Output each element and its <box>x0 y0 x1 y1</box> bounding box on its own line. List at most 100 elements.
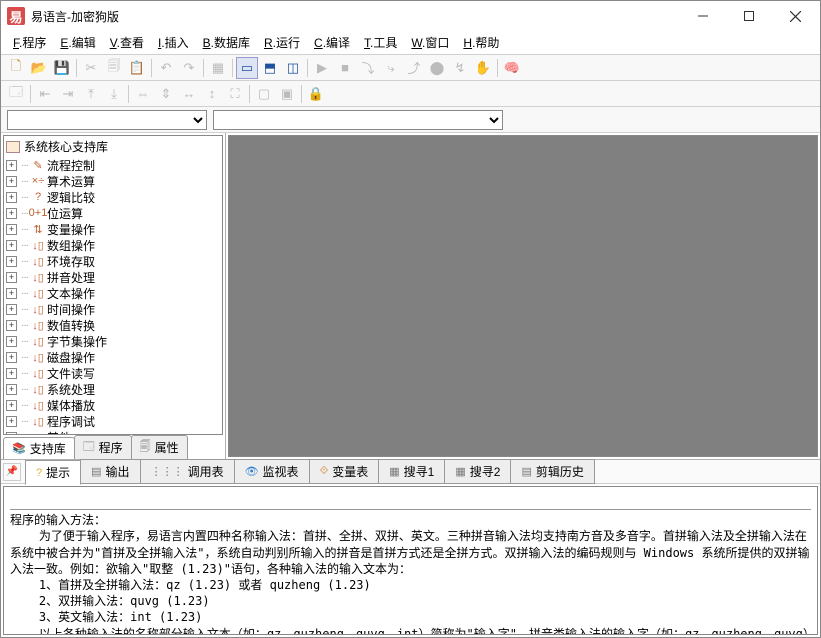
menu-i[interactable]: I.插入 <box>152 32 195 53</box>
tree-item[interactable]: +···↓▯环境存取 <box>4 253 222 269</box>
expand-icon[interactable]: + <box>6 208 17 219</box>
expand-icon[interactable]: + <box>6 288 17 299</box>
expand-icon[interactable]: + <box>6 176 17 187</box>
expand-icon[interactable]: + <box>6 304 17 315</box>
center-h-icon[interactable]: ⇔ <box>132 83 154 105</box>
tree-item[interactable]: +···↓▯程序调试 <box>4 413 222 429</box>
pin-icon[interactable]: 📌 <box>3 463 21 481</box>
expand-icon[interactable]: + <box>6 160 17 171</box>
same-height-icon[interactable]: ↕ <box>201 83 223 105</box>
menu-w[interactable]: W.窗口 <box>405 32 455 53</box>
tree-item[interactable]: +···↓▯数组操作 <box>4 237 222 253</box>
menu-r[interactable]: R.运行 <box>258 32 306 53</box>
tree-item[interactable]: +···?逻辑比较 <box>4 189 222 205</box>
hand-icon[interactable]: ✋ <box>472 57 494 79</box>
bottom-tab-3[interactable]: 👁监视表 <box>234 459 310 484</box>
stop-icon[interactable]: ■ <box>334 57 356 79</box>
align-right-icon[interactable]: ⇥ <box>57 83 79 105</box>
view-split-h-icon[interactable]: ⬒ <box>259 57 281 79</box>
bottom-tab-5[interactable]: ▦搜寻1 <box>378 459 445 484</box>
expand-icon[interactable]: + <box>6 256 17 267</box>
new-file-icon[interactable]: 🗋 <box>5 57 27 79</box>
bottom-tab-0[interactable]: ?提示 <box>25 460 81 485</box>
menu-t[interactable]: T.工具 <box>358 32 403 53</box>
tree-item[interactable]: +···↓▯数值转换 <box>4 317 222 333</box>
step-into-icon[interactable]: ⤷ <box>380 57 402 79</box>
library-tree[interactable]: 系统核心支持库 +···✎流程控制+···×÷算术运算+···?逻辑比较+···… <box>3 135 223 435</box>
align-bottom-icon[interactable]: ⤓ <box>103 83 125 105</box>
tree-item[interactable]: +···✎流程控制 <box>4 157 222 173</box>
knowledge-icon[interactable]: 🧠 <box>501 57 523 79</box>
undo-icon[interactable]: ↶ <box>155 57 177 79</box>
tree-item[interactable]: +···↓▯字节集操作 <box>4 333 222 349</box>
center-v-icon[interactable]: ⇕ <box>155 83 177 105</box>
menu-e[interactable]: E.编辑 <box>54 32 101 53</box>
bottom-tab-4[interactable]: ⟐变量表 <box>309 459 380 484</box>
tree-item[interactable]: +···↓▯磁盘操作 <box>4 349 222 365</box>
object-combo[interactable] <box>7 110 207 130</box>
expand-icon[interactable]: + <box>6 192 17 203</box>
tree-item[interactable]: +···0+1位运算 <box>4 205 222 221</box>
minimize-button[interactable] <box>680 1 726 31</box>
menu-c[interactable]: C.编译 <box>308 32 356 53</box>
event-combo[interactable] <box>213 110 503 130</box>
form-icon[interactable]: 🗔 <box>5 83 27 105</box>
save-file-icon[interactable]: 💾 <box>51 57 73 79</box>
editor-area[interactable] <box>228 135 818 457</box>
tree-item[interactable]: +···↓▯文本操作 <box>4 285 222 301</box>
send-back-icon[interactable]: ▣ <box>276 83 298 105</box>
trace-icon[interactable]: ↯ <box>449 57 471 79</box>
menu-v[interactable]: V.查看 <box>104 32 150 53</box>
expand-icon[interactable]: + <box>6 368 17 379</box>
open-file-icon[interactable]: 📂 <box>28 57 50 79</box>
same-width-icon[interactable]: ↔ <box>178 83 200 105</box>
expand-icon[interactable]: + <box>6 384 17 395</box>
menu-f[interactable]: F.程序 <box>7 32 52 53</box>
menu-b[interactable]: B.数据库 <box>197 32 256 53</box>
cut-icon[interactable]: ✂ <box>80 57 102 79</box>
expand-icon[interactable]: + <box>6 272 17 283</box>
paste-icon[interactable]: 📋 <box>126 57 148 79</box>
close-button[interactable] <box>772 1 818 31</box>
side-tab-0[interactable]: 📚支持库 <box>3 437 75 459</box>
expand-icon[interactable]: + <box>6 352 17 363</box>
tree-item[interactable]: +···↓▯拼音处理 <box>4 269 222 285</box>
step-over-icon[interactable]: ⤵ <box>357 57 379 79</box>
expand-icon[interactable]: + <box>6 336 17 347</box>
tree-item[interactable]: +···↓▯媒体播放 <box>4 397 222 413</box>
expand-icon[interactable]: + <box>6 432 17 436</box>
breakpoint-icon[interactable]: ⬤ <box>426 57 448 79</box>
tree-root[interactable]: 系统核心支持库 <box>4 136 222 157</box>
same-size-icon[interactable]: ⛶ <box>224 83 246 105</box>
bottom-tab-2[interactable]: ⋮⋮⋮调用表 <box>140 459 235 484</box>
bottom-tab-1[interactable]: ▤输出 <box>80 459 140 484</box>
hint-content[interactable]: 程序的输入方法： 为了便于输入程序，易语言内置四种名称输入法：首拼、全拼、双拼、… <box>3 486 818 635</box>
tree-item[interactable]: +···⇅变量操作 <box>4 221 222 237</box>
copy-icon[interactable]: 🗐 <box>103 57 125 79</box>
align-left-icon[interactable]: ⇤ <box>34 83 56 105</box>
expand-icon[interactable]: + <box>6 240 17 251</box>
tree-item[interactable]: +···×÷算术运算 <box>4 173 222 189</box>
find-icon[interactable]: ▦ <box>207 57 229 79</box>
bottom-tab-7[interactable]: ▤剪辑历史 <box>510 459 594 484</box>
maximize-button[interactable] <box>726 1 772 31</box>
menu-h[interactable]: H.帮助 <box>457 32 505 53</box>
align-top-icon[interactable]: ⤒ <box>80 83 102 105</box>
tree-item[interactable]: +···↓▯系统处理 <box>4 381 222 397</box>
expand-icon[interactable]: + <box>6 224 17 235</box>
bottom-tab-6[interactable]: ▦搜寻2 <box>444 459 511 484</box>
side-tab-2[interactable]: 🗐属性 <box>131 435 188 459</box>
view-standard-icon[interactable]: ▭ <box>236 57 258 79</box>
expand-icon[interactable]: + <box>6 320 17 331</box>
expand-icon[interactable]: + <box>6 416 17 427</box>
tree-item[interactable]: +···↓▯时间操作 <box>4 301 222 317</box>
lock-icon[interactable]: 🔒 <box>305 83 327 105</box>
expand-icon[interactable]: + <box>6 400 17 411</box>
side-tab-1[interactable]: 🗔程序 <box>74 435 132 459</box>
redo-icon[interactable]: ↷ <box>178 57 200 79</box>
step-out-icon[interactable]: ⤴ <box>403 57 425 79</box>
view-split-v-icon[interactable]: ◫ <box>282 57 304 79</box>
run-icon[interactable]: ▶ <box>311 57 333 79</box>
tree-item[interactable]: +···↓▯文件读写 <box>4 365 222 381</box>
bring-front-icon[interactable]: ▢ <box>253 83 275 105</box>
